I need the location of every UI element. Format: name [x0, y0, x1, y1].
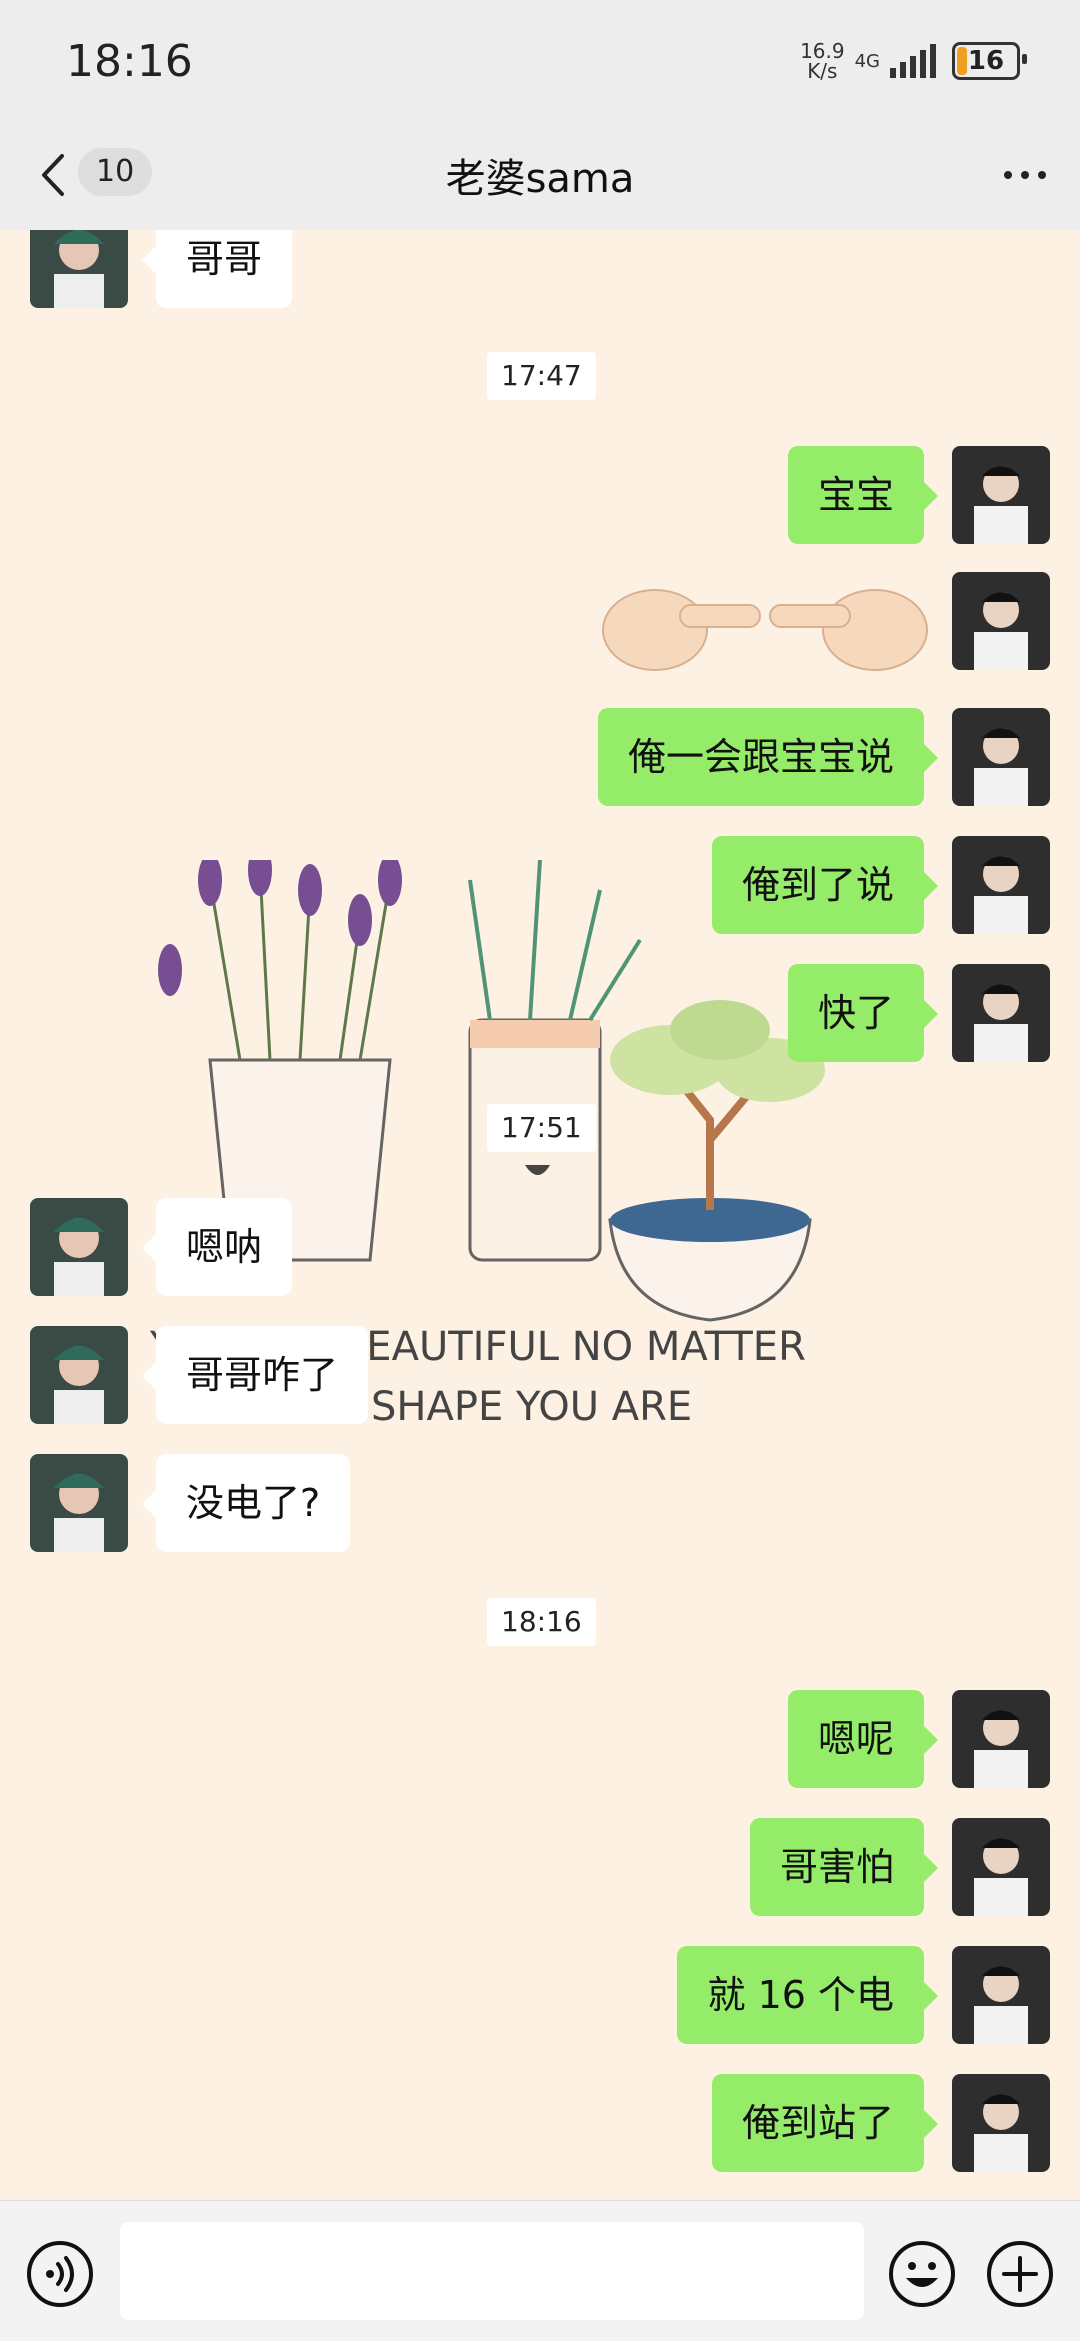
message-bubble-sent[interactable]: 俺到了说: [711, 836, 939, 934]
network-speed: 16.9 K/s: [800, 39, 845, 83]
my-avatar[interactable]: [952, 446, 1050, 544]
message-bubble-sent[interactable]: 俺一会跟宝宝说: [597, 708, 939, 806]
voice-icon[interactable]: [26, 2240, 94, 2308]
status-time: 18:16: [66, 36, 193, 87]
message-bubble-received[interactable]: 没电了?: [141, 1454, 351, 1552]
more-options-icon[interactable]: [1000, 160, 1050, 190]
my-avatar[interactable]: [952, 1690, 1050, 1788]
message-bubble-sent[interactable]: 就 16 个电: [677, 1946, 938, 2044]
message-bubble-received[interactable]: 哥哥: [141, 230, 293, 308]
battery-level: 16: [967, 46, 1005, 76]
message-bubble-sent[interactable]: 俺到站了: [711, 2074, 939, 2172]
network-type: 4G: [854, 50, 880, 72]
my-avatar[interactable]: [952, 1946, 1050, 2044]
message-bubble-received[interactable]: 哥哥咋了: [141, 1326, 369, 1424]
my-avatar[interactable]: [952, 964, 1050, 1062]
message-bubble-sent[interactable]: 快了: [787, 964, 939, 1062]
contact-avatar[interactable]: [30, 1326, 128, 1424]
timestamp: 18:16: [487, 1598, 596, 1646]
plus-icon[interactable]: [986, 2240, 1054, 2308]
my-avatar[interactable]: [952, 836, 1050, 934]
message-input[interactable]: [120, 2222, 864, 2320]
chat-area[interactable]: YOU ARE BEAUTIFUL NO MATTER WHAT SHAPE Y…: [0, 230, 1080, 2200]
contact-avatar[interactable]: [30, 1198, 128, 1296]
timestamp: 17:51: [487, 1104, 596, 1152]
my-avatar[interactable]: [952, 1818, 1050, 1916]
contact-avatar[interactable]: [30, 230, 128, 308]
chat-title: 老婆sama: [445, 156, 635, 202]
message-bubble-sent[interactable]: 嗯呢: [787, 1690, 939, 1788]
battery-icon: 16: [952, 42, 1027, 80]
timestamp: 17:47: [487, 352, 596, 400]
my-avatar[interactable]: [952, 572, 1050, 670]
my-avatar[interactable]: [952, 708, 1050, 806]
pointing-fingers-emoji-icon[interactable]: [600, 570, 930, 680]
contact-avatar[interactable]: [30, 1454, 128, 1552]
emoji-icon[interactable]: [888, 2240, 956, 2308]
message-bubble-sent[interactable]: 哥害怕: [749, 1818, 939, 1916]
signal-icon: [890, 44, 936, 78]
my-avatar[interactable]: [952, 2074, 1050, 2172]
message-bubble-sent[interactable]: 宝宝: [787, 446, 939, 544]
status-indicators: 16.9 K/s 4G 16: [800, 36, 1027, 86]
message-bubble-received[interactable]: 嗯呐: [141, 1198, 293, 1296]
